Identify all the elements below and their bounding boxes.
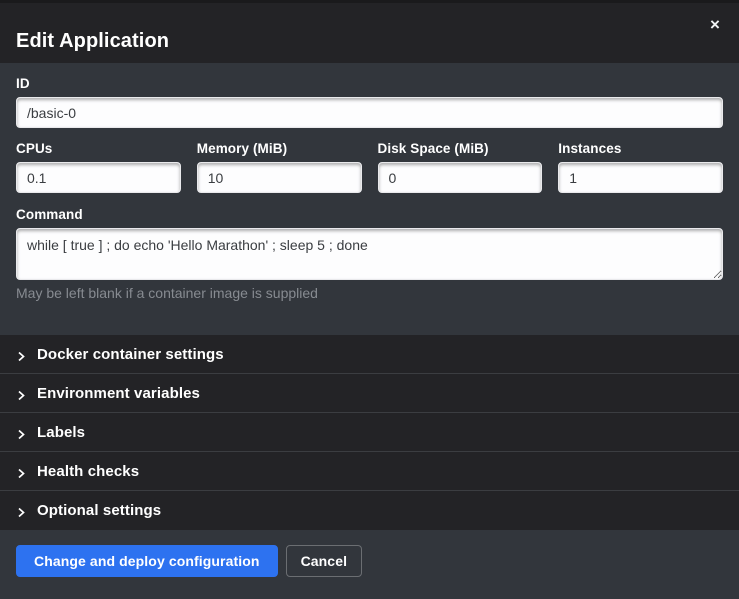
chevron-right-icon [16, 388, 27, 399]
cpus-field-group: CPUs [16, 141, 181, 193]
cancel-button[interactable]: Cancel [286, 545, 363, 577]
command-label: Command [16, 207, 723, 222]
section-optional-settings[interactable]: Optional settings [0, 491, 739, 530]
change-and-deploy-button[interactable]: Change and deploy configuration [16, 545, 278, 577]
resources-row: CPUs Memory (MiB) Disk Space (MiB) Insta… [16, 141, 723, 193]
modal-title: Edit Application [16, 30, 169, 53]
chevron-right-icon [16, 466, 27, 477]
section-label: Docker container settings [37, 346, 224, 363]
modal-footer: Change and deploy configuration Cancel [0, 530, 739, 599]
section-label: Optional settings [37, 502, 161, 519]
command-field-group: Command while [ true ] ; do echo 'Hello … [16, 207, 723, 301]
section-label: Environment variables [37, 385, 200, 402]
section-labels[interactable]: Labels [0, 413, 739, 452]
instances-field-group: Instances [558, 141, 723, 193]
modal-header: Edit Application × [0, 3, 739, 63]
memory-input[interactable] [197, 162, 362, 193]
cpus-input[interactable] [16, 162, 181, 193]
instances-input[interactable] [558, 162, 723, 193]
section-label: Health checks [37, 463, 139, 480]
section-health-checks[interactable]: Health checks [0, 452, 739, 491]
memory-field-group: Memory (MiB) [197, 141, 362, 193]
section-docker-container-settings[interactable]: Docker container settings [0, 335, 739, 374]
memory-label: Memory (MiB) [197, 141, 362, 156]
id-input[interactable] [16, 97, 723, 128]
cpus-label: CPUs [16, 141, 181, 156]
id-field-group: ID [16, 76, 723, 128]
command-textarea[interactable]: while [ true ] ; do echo 'Hello Marathon… [16, 228, 723, 280]
disk-label: Disk Space (MiB) [378, 141, 543, 156]
instances-label: Instances [558, 141, 723, 156]
section-environment-variables[interactable]: Environment variables [0, 374, 739, 413]
id-label: ID [16, 76, 723, 91]
edit-application-modal: Edit Application × ID CPUs Memory (MiB) … [0, 0, 739, 599]
chevron-right-icon [16, 427, 27, 438]
section-label: Labels [37, 424, 85, 441]
command-help-text: May be left blank if a container image i… [16, 285, 723, 301]
disk-field-group: Disk Space (MiB) [378, 141, 543, 193]
disk-input[interactable] [378, 162, 543, 193]
close-icon[interactable]: × [705, 15, 725, 35]
collapsible-sections: Docker container settings Environment va… [0, 335, 739, 530]
chevron-right-icon [16, 349, 27, 360]
modal-body: ID CPUs Memory (MiB) Disk Space (MiB) In… [0, 63, 739, 335]
chevron-right-icon [16, 505, 27, 516]
